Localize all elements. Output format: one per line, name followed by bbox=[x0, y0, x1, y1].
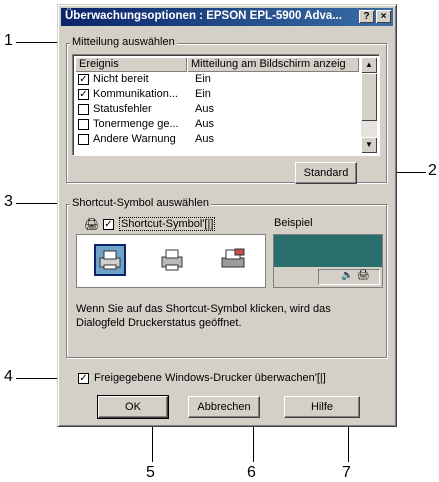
event-name: Statusfehler bbox=[93, 103, 152, 115]
event-value: Aus bbox=[195, 103, 214, 115]
event-list[interactable]: Ereignis Mitteilung am Bildschirm anzeig… bbox=[72, 54, 380, 156]
checkbox-toner[interactable] bbox=[78, 119, 89, 130]
tray-area: 🔈 🖨 bbox=[318, 269, 380, 285]
checkbox-not-ready[interactable]: ✓ bbox=[78, 74, 89, 85]
example-preview: 🔈 🖨 bbox=[273, 234, 383, 288]
monitoring-options-dialog: Überwachungsoptionen : EPSON EPL-5900 Ad… bbox=[57, 4, 397, 427]
help-title-button[interactable]: ? bbox=[359, 10, 374, 23]
callout-1: 1 bbox=[4, 32, 13, 49]
event-name: Andere Warnung bbox=[93, 133, 176, 145]
checkbox-status-error[interactable] bbox=[78, 104, 89, 115]
taskbar-preview: 🔈 🖨 bbox=[274, 267, 382, 287]
column-header-message[interactable]: Mitteilung am Bildschirm anzeig bbox=[187, 57, 359, 72]
event-value: Ein bbox=[195, 73, 211, 85]
callout-4: 4 bbox=[4, 368, 13, 385]
printer-small-icon: 🖨 bbox=[84, 217, 100, 231]
callout-2: 2 bbox=[428, 162, 437, 179]
shortcut-checkbox-label[interactable]: Shortcut-Symbol'[|] bbox=[119, 217, 216, 231]
list-item[interactable]: Tonermenge ge... Aus bbox=[75, 117, 365, 132]
checkbox-communication[interactable]: ✓ bbox=[78, 89, 89, 100]
column-header-event[interactable]: Ereignis bbox=[75, 57, 187, 72]
dialog-title: Überwachungsoptionen : EPSON EPL-5900 Ad… bbox=[65, 10, 342, 22]
printer-icon-2[interactable] bbox=[156, 244, 188, 276]
list-item[interactable]: ✓ Nicht bereit Ein bbox=[75, 72, 365, 87]
callout-7: 7 bbox=[342, 464, 351, 481]
example-label: Beispiel bbox=[274, 217, 313, 229]
list-scrollbar[interactable]: ▲ ▼ bbox=[361, 57, 377, 153]
cancel-button[interactable]: Abbrechen bbox=[188, 396, 260, 418]
event-name: Nicht bereit bbox=[93, 73, 149, 85]
list-item[interactable]: Statusfehler Aus bbox=[75, 102, 365, 117]
event-name: Kommunikation... bbox=[93, 88, 178, 100]
event-value: Aus bbox=[195, 118, 214, 130]
event-name: Tonermenge ge... bbox=[93, 118, 179, 130]
scroll-up-icon[interactable]: ▲ bbox=[361, 57, 377, 73]
shortcut-checkbox[interactable]: ✓ bbox=[103, 219, 114, 230]
callout-5: 5 bbox=[146, 464, 155, 481]
callout-6: 6 bbox=[247, 464, 256, 481]
icon-selection-panel[interactable] bbox=[76, 234, 266, 288]
printer-icon-1[interactable] bbox=[94, 244, 126, 276]
ok-button[interactable]: OK bbox=[97, 395, 169, 419]
printer-tray-icon: 🖨 bbox=[357, 270, 370, 281]
shortcut-description: Wenn Sie auf das Shortcut-Symbol klicken… bbox=[76, 303, 331, 329]
scroll-thumb[interactable] bbox=[361, 73, 377, 121]
list-item[interactable]: Andere Warnung Aus bbox=[75, 132, 365, 147]
title-bar: Überwachungsoptionen : EPSON EPL-5900 Ad… bbox=[61, 8, 393, 26]
shared-printers-label[interactable]: Freigegebene Windows-Drucker überwachen'… bbox=[94, 372, 326, 384]
checkbox-other-warning[interactable] bbox=[78, 134, 89, 145]
close-button[interactable]: × bbox=[376, 10, 391, 23]
event-value: Aus bbox=[195, 133, 214, 145]
list-item[interactable]: ✓ Kommunikation... Ein bbox=[75, 87, 365, 102]
standard-button[interactable]: Standard bbox=[295, 162, 357, 184]
scroll-down-icon[interactable]: ▼ bbox=[361, 137, 377, 153]
callout-3: 3 bbox=[4, 193, 13, 210]
help-button[interactable]: Hilfe bbox=[284, 396, 360, 418]
printer-icon-3[interactable] bbox=[217, 244, 249, 276]
speaker-icon: 🔈 bbox=[341, 270, 354, 281]
shortcut-group-label: Shortcut-Symbol auswählen bbox=[70, 197, 211, 209]
event-value: Ein bbox=[195, 88, 211, 100]
notification-group-label: Mitteilung auswählen bbox=[70, 36, 177, 48]
shared-printers-checkbox[interactable]: ✓ bbox=[78, 373, 89, 384]
